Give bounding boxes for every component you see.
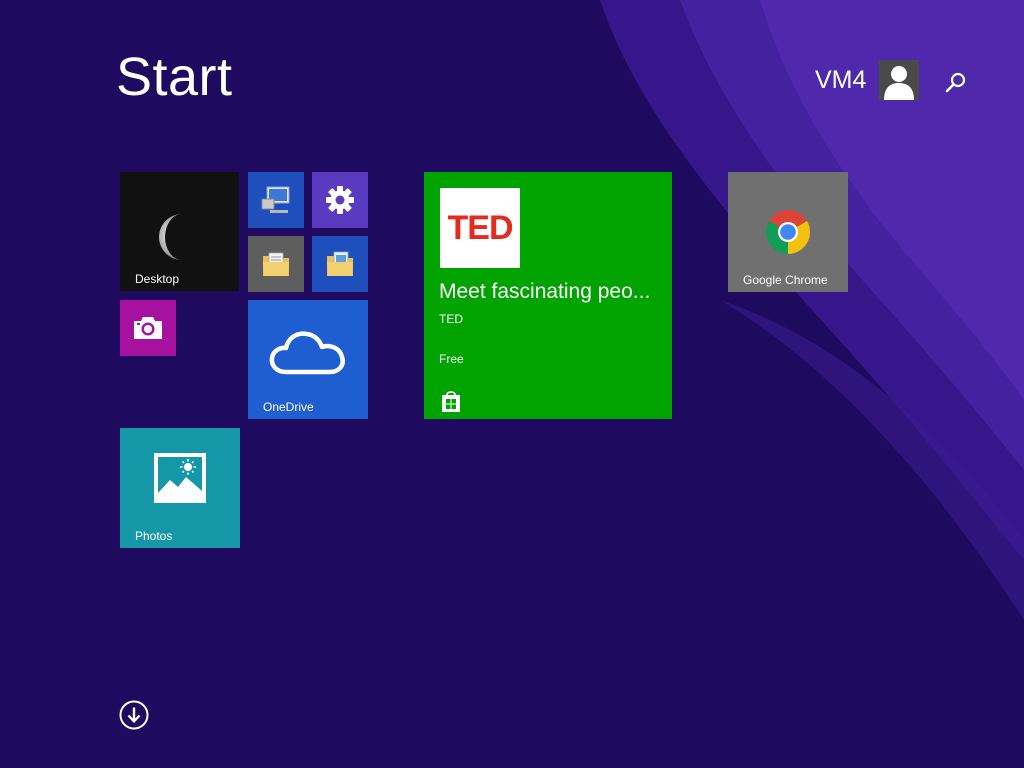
store-bag-icon bbox=[442, 391, 460, 412]
photo-icon bbox=[154, 453, 206, 503]
ted-app-name: TED bbox=[439, 312, 463, 326]
tile-google-chrome-label: Google Chrome bbox=[743, 273, 828, 287]
ted-logo: TED bbox=[440, 188, 520, 268]
cloud-icon bbox=[269, 331, 345, 375]
tile-desktop-label: Desktop bbox=[135, 272, 180, 286]
ted-headline: Meet fascinating peo... bbox=[439, 280, 651, 303]
user-avatar-icon[interactable] bbox=[879, 60, 919, 100]
moon-icon bbox=[159, 214, 182, 260]
gear-icon bbox=[326, 186, 354, 214]
tile-documents[interactable] bbox=[248, 236, 304, 292]
tile-ted[interactable]: TED Meet fascinating peo... TED Free bbox=[424, 172, 672, 419]
tile-photos[interactable]: Photos bbox=[120, 428, 240, 548]
tile-settings[interactable] bbox=[312, 172, 368, 228]
tile-onedrive[interactable]: OneDrive bbox=[248, 300, 368, 419]
folder-icon bbox=[327, 251, 353, 276]
tile-photos-label: Photos bbox=[135, 529, 173, 543]
computer-icon bbox=[261, 186, 290, 213]
tile-desktop[interactable]: Desktop bbox=[120, 172, 239, 291]
tile-camera[interactable] bbox=[120, 300, 176, 356]
camera-icon bbox=[134, 317, 162, 339]
ted-price: Free bbox=[439, 352, 464, 366]
down-arrow-circle-icon bbox=[119, 700, 149, 730]
chrome-icon bbox=[766, 210, 810, 254]
tile-this-pc[interactable] bbox=[248, 172, 304, 228]
tile-google-chrome[interactable]: Google Chrome bbox=[728, 172, 848, 292]
start-title: Start bbox=[116, 47, 233, 107]
user-name[interactable]: VM4 bbox=[815, 66, 866, 95]
all-apps-button[interactable] bbox=[119, 700, 149, 730]
tile-file-explorer[interactable] bbox=[312, 236, 368, 292]
tile-onedrive-label: OneDrive bbox=[263, 400, 314, 414]
folder-icon bbox=[263, 252, 289, 276]
search-icon[interactable] bbox=[944, 70, 968, 94]
